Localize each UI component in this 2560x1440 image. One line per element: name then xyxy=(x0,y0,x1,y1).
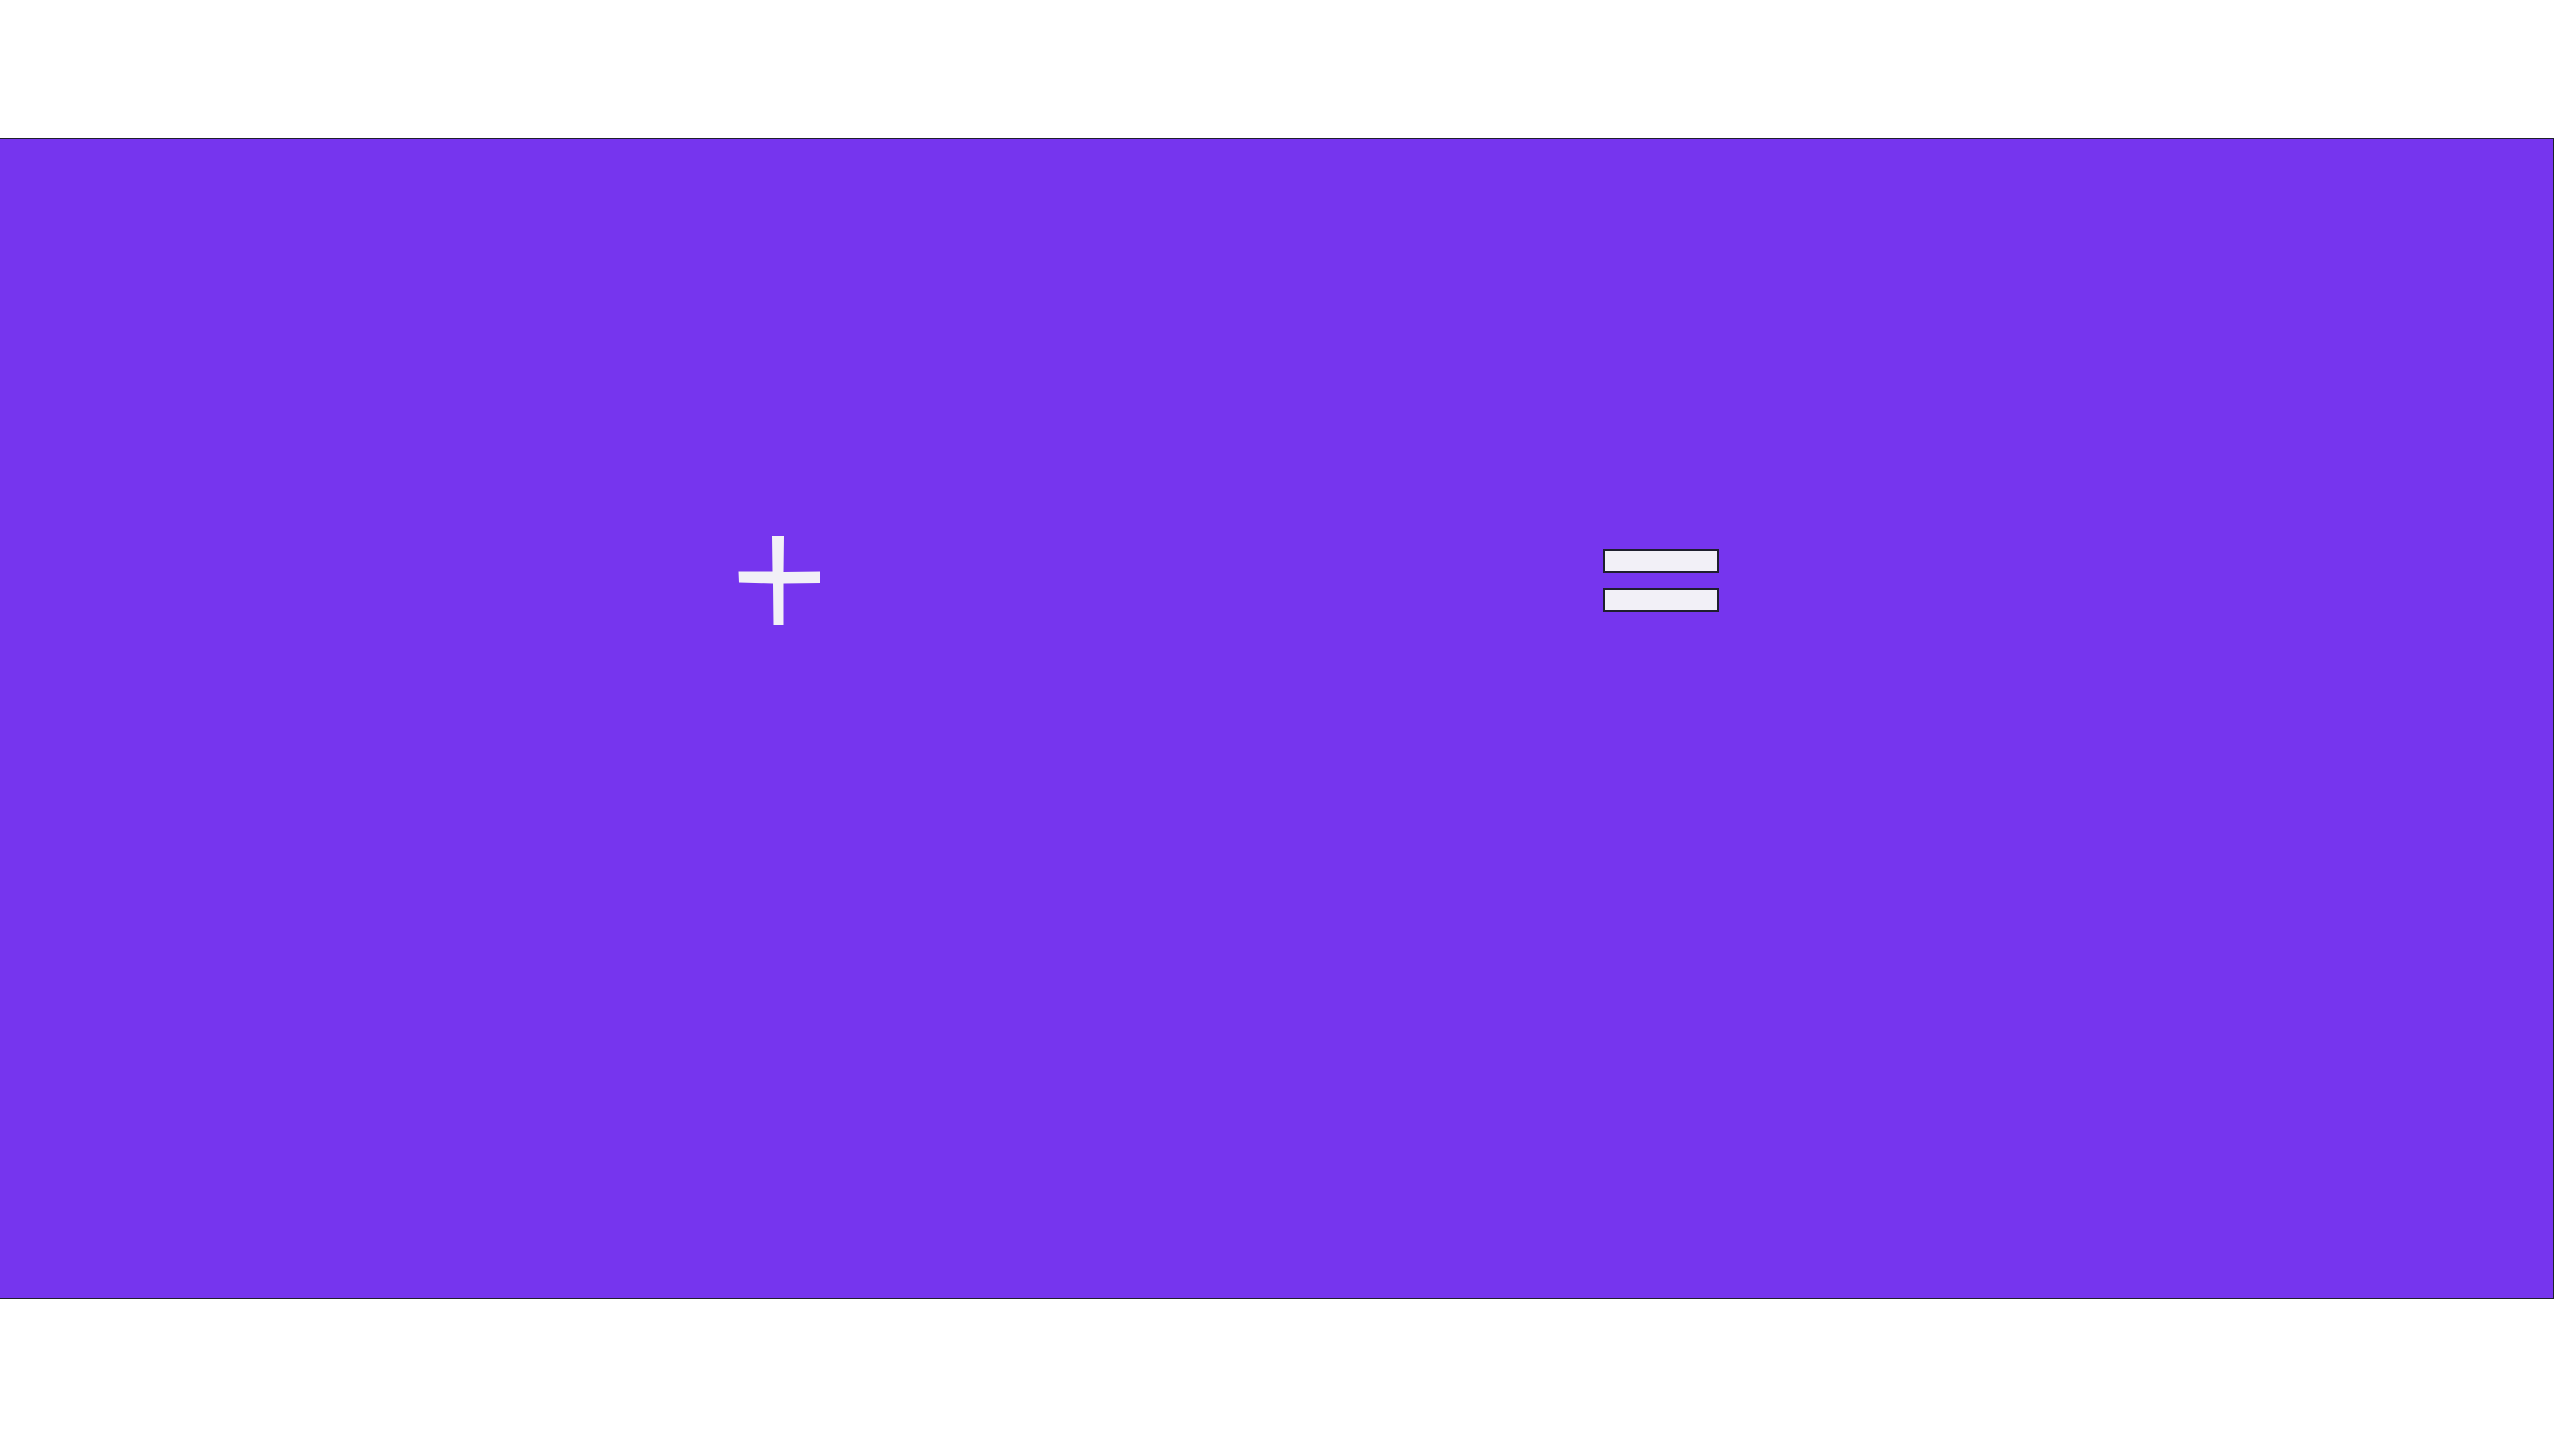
plus-icon xyxy=(738,536,820,625)
purple-banner xyxy=(0,138,2554,1299)
page xyxy=(0,0,2560,1440)
equals-bottom-bar xyxy=(1603,588,1719,612)
equals-icon xyxy=(1603,549,1719,612)
plus-shape xyxy=(738,536,820,625)
equals-top-bar xyxy=(1603,549,1719,573)
